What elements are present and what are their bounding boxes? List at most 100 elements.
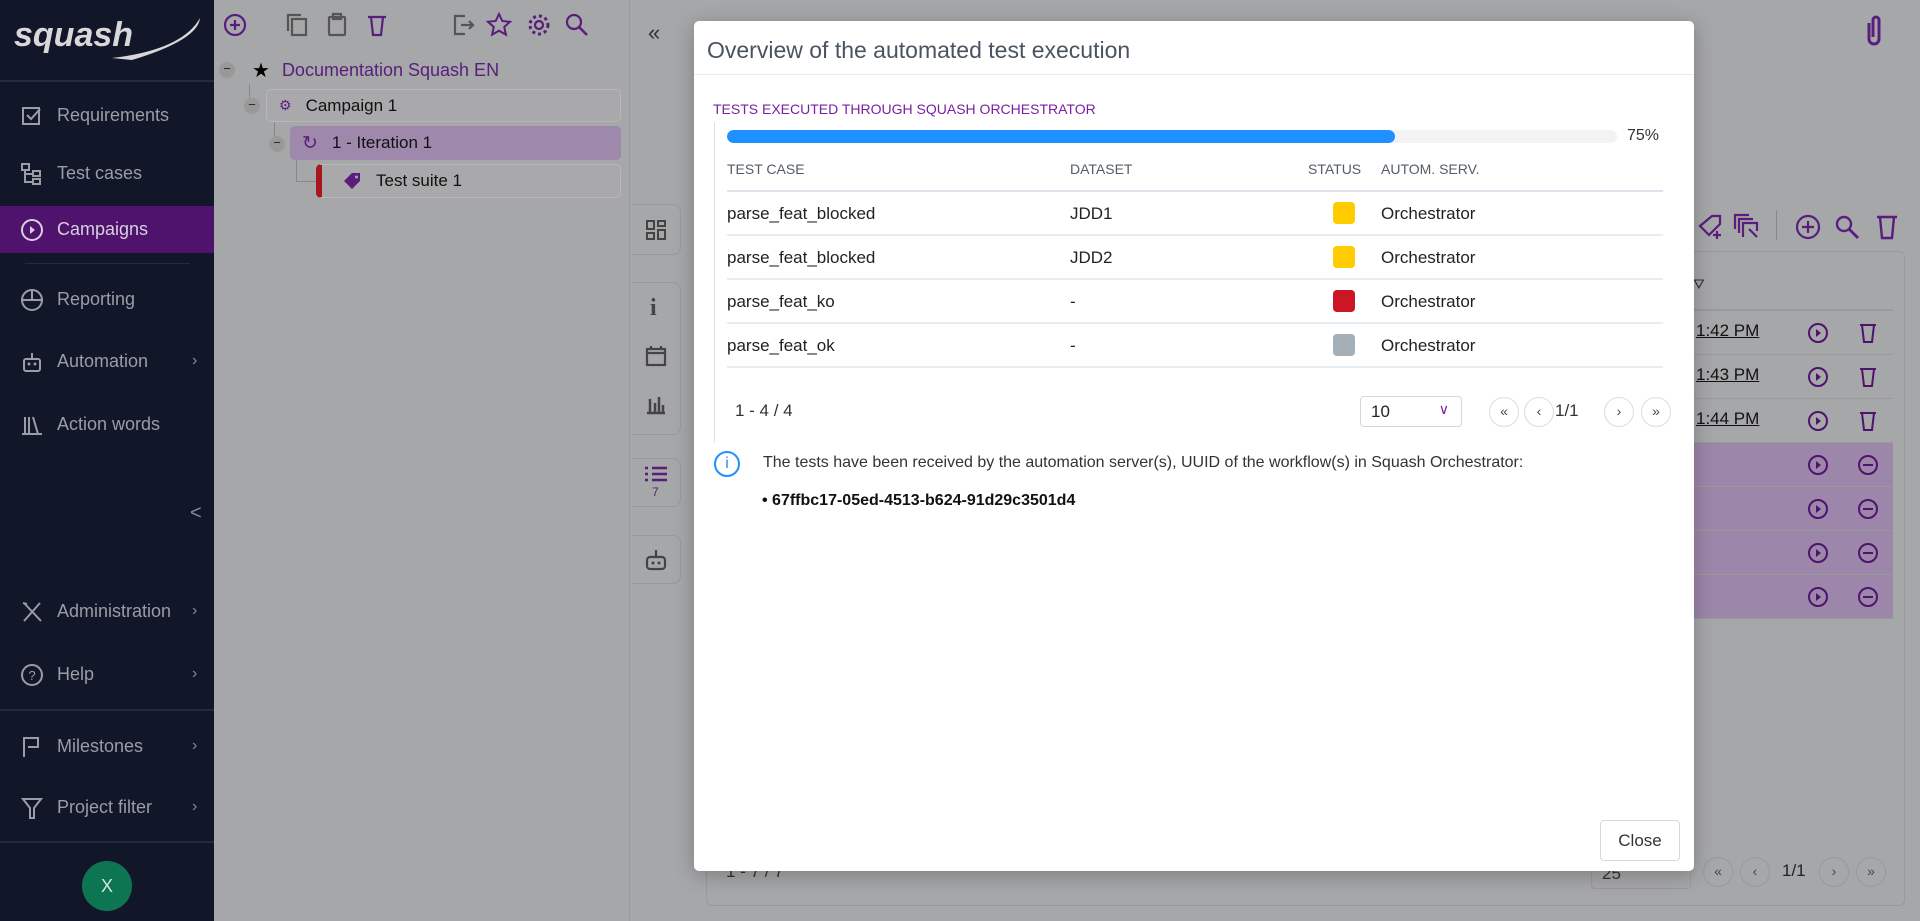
column-header-status[interactable]: STATUS <box>1308 161 1361 177</box>
table-row[interactable]: parse_feat_ko - Orchestrator <box>727 280 1663 324</box>
run-icon[interactable] <box>1806 541 1830 565</box>
attachment-icon[interactable] <box>1863 13 1885 49</box>
page-indicator: 1/1 <box>1782 861 1806 880</box>
tab-test-plan[interactable]: 7 <box>632 458 681 507</box>
tree-icon <box>21 163 41 185</box>
star-icon[interactable] <box>486 12 512 38</box>
page-indicator: 1/1 <box>1555 401 1579 420</box>
robot-icon <box>645 550 667 571</box>
export-icon[interactable] <box>450 12 476 38</box>
column-header-autom-serv[interactable]: AUTOM. SERV. <box>1381 161 1480 177</box>
delete-icon[interactable] <box>1873 213 1901 241</box>
prev-page-button[interactable]: ‹ <box>1524 397 1554 427</box>
tab-automation[interactable] <box>632 535 681 584</box>
dashboard-icon <box>646 220 666 240</box>
chevron-right-icon: › <box>192 665 198 682</box>
user-avatar[interactable]: X <box>82 861 132 911</box>
chevron-right-icon: › <box>192 352 198 369</box>
collapse-tree-button[interactable]: « <box>648 20 660 46</box>
info-message: The tests have been received by the auto… <box>763 454 1524 471</box>
search-icon[interactable] <box>1833 213 1861 241</box>
sidebar-item-test-cases[interactable]: Test cases <box>0 150 214 196</box>
status-badge <box>1333 246 1355 268</box>
sidebar-item-action-words[interactable]: Action words <box>0 401 214 447</box>
collapse-toggle[interactable]: − <box>244 98 260 114</box>
table-row[interactable]: parse_feat_blocked JDD1 Orchestrator <box>727 192 1663 236</box>
table-row[interactable]: parse_feat_ok - Orchestrator <box>727 324 1663 368</box>
collapse-toggle[interactable]: − <box>269 136 285 152</box>
run-icon[interactable] <box>1806 321 1830 345</box>
tree-node-campaign[interactable]: ⚙ Campaign 1 <box>266 89 621 122</box>
next-page-button[interactable]: › <box>1819 857 1849 887</box>
sidebar-item-reporting[interactable]: Reporting <box>0 276 214 322</box>
column-header-test-case[interactable]: TEST CASE <box>727 161 805 177</box>
squash-logo[interactable]: squash <box>12 10 202 60</box>
tag-add-icon[interactable] <box>1696 213 1724 241</box>
execution-date-link[interactable]: 1:43 PM <box>1696 365 1759 385</box>
delete-icon[interactable] <box>1856 409 1880 433</box>
copy-select-icon[interactable] <box>1733 213 1761 241</box>
search-icon[interactable] <box>564 12 590 38</box>
delete-icon[interactable] <box>1856 321 1880 345</box>
execution-date-link[interactable]: 1:42 PM <box>1696 321 1759 341</box>
sidebar-item-administration[interactable]: Administration › <box>0 588 214 634</box>
remove-icon[interactable] <box>1856 585 1880 609</box>
automation-server-cell: Orchestrator <box>1381 336 1476 355</box>
list-icon <box>645 466 667 482</box>
run-icon[interactable] <box>1806 453 1830 477</box>
sidebar-item-project-filter[interactable]: Project filter › <box>0 784 214 830</box>
info-icon[interactable]: i <box>650 295 657 322</box>
next-page-button[interactable]: › <box>1604 397 1634 427</box>
table-row[interactable]: parse_feat_blocked JDD2 Orchestrator <box>727 236 1663 280</box>
tree-node-project[interactable]: ★ Documentation Squash EN <box>252 56 499 84</box>
last-page-button[interactable]: » <box>1856 857 1886 887</box>
pie-chart-icon <box>21 289 43 311</box>
remove-icon[interactable] <box>1856 541 1880 565</box>
collapse-sidebar-button[interactable]: < <box>190 502 202 525</box>
sidebar-item-help[interactable]: ? Help › <box>0 651 214 697</box>
execution-date-link[interactable]: 1:44 PM <box>1696 409 1759 429</box>
paste-icon[interactable] <box>324 12 350 38</box>
add-icon[interactable] <box>1794 213 1822 241</box>
remove-icon[interactable] <box>1856 497 1880 521</box>
pagination-count: 1 - 4 / 4 <box>735 401 793 420</box>
checkbox-icon <box>22 107 41 125</box>
automated-execution-overview-dialog: Overview of the automated test execution… <box>694 21 1694 871</box>
run-icon[interactable] <box>1806 365 1830 389</box>
svg-text:?: ? <box>28 668 35 683</box>
calendar-icon[interactable] <box>645 345 667 367</box>
run-icon[interactable] <box>1806 585 1830 609</box>
gear-icon[interactable] <box>526 12 552 38</box>
run-icon[interactable] <box>1806 409 1830 433</box>
prev-page-button[interactable]: ‹ <box>1740 857 1770 887</box>
sidebar-item-campaigns[interactable]: Campaigns <box>0 206 214 253</box>
tree-node-iteration[interactable]: ↻ 1 - Iteration 1 <box>290 126 621 160</box>
add-icon[interactable] <box>222 12 248 38</box>
tab-group-info: i <box>632 282 681 435</box>
page-size-select[interactable]: 10 ∨ <box>1360 396 1462 427</box>
filter-icon[interactable]: ⛛ <box>1693 276 1705 293</box>
delete-icon[interactable] <box>364 12 390 38</box>
flag-icon <box>23 737 39 757</box>
help-icon: ? <box>21 664 43 686</box>
remove-icon[interactable] <box>1856 453 1880 477</box>
first-page-button[interactable]: « <box>1703 857 1733 887</box>
last-page-button[interactable]: » <box>1641 397 1671 427</box>
filter-icon <box>20 798 44 819</box>
copy-icon[interactable] <box>284 12 310 38</box>
test-case-cell: parse_feat_ko <box>727 292 835 311</box>
sidebar-item-milestones[interactable]: Milestones › <box>0 723 214 769</box>
sidebar-item-automation[interactable]: Automation › <box>0 338 214 384</box>
close-button[interactable]: Close <box>1600 820 1680 861</box>
first-page-button[interactable]: « <box>1489 397 1519 427</box>
bar-chart-icon[interactable] <box>645 393 667 415</box>
info-icon: i <box>714 451 740 477</box>
collapse-toggle[interactable]: − <box>219 62 235 78</box>
delete-icon[interactable] <box>1856 365 1880 389</box>
tab-dashboard[interactable] <box>632 204 681 255</box>
run-icon[interactable] <box>1806 497 1830 521</box>
column-header-dataset[interactable]: DATASET <box>1070 161 1133 177</box>
sidebar-item-requirements[interactable]: Requirements <box>0 92 214 138</box>
tree-node-test-suite[interactable]: Test suite 1 <box>316 164 621 198</box>
chevron-down-icon: ∨ <box>1438 401 1449 417</box>
